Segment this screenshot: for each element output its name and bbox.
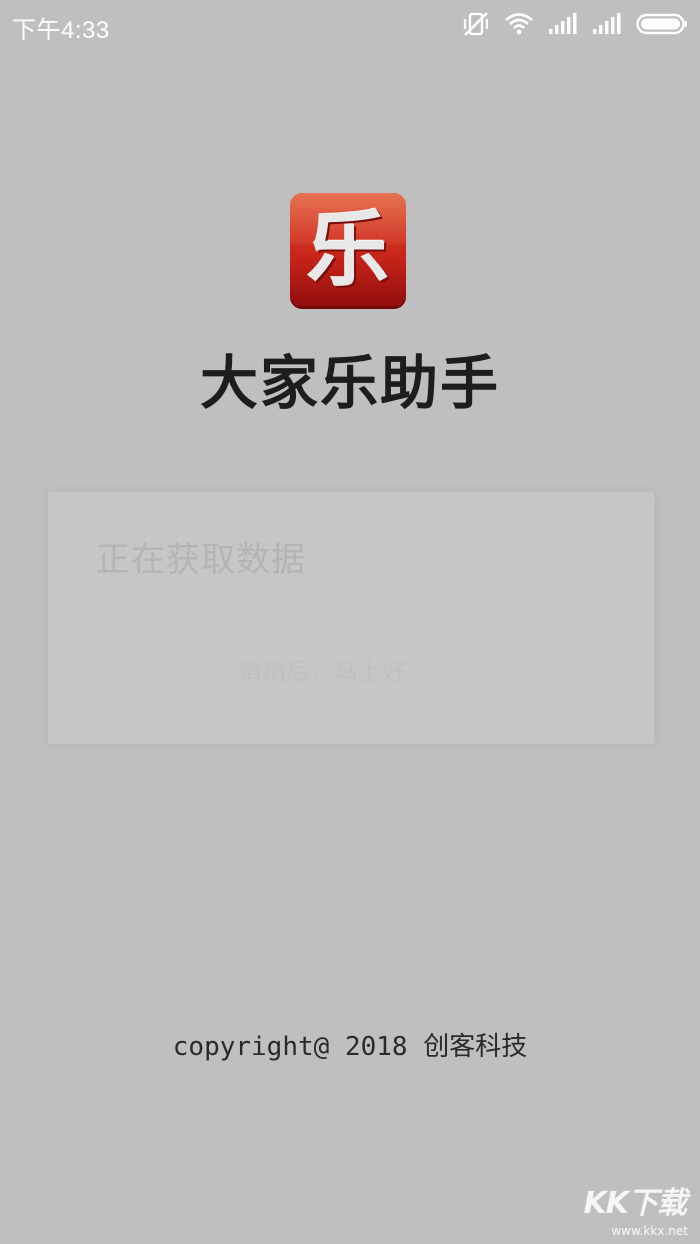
status-time: 下午4:33 <box>12 17 110 44</box>
signal-icon <box>548 13 578 35</box>
signal-icon <box>592 13 622 35</box>
app-title: 大家乐助手 <box>199 349 500 417</box>
status-bar: 下午4:33 <box>0 0 700 50</box>
loading-text: 正在获取数据 <box>96 540 306 580</box>
copyright-text: copyright@ 2018 创客科技 <box>172 1032 528 1062</box>
battery-icon <box>636 13 688 35</box>
loading-subtext: 请稍后，马上好 <box>238 658 406 686</box>
wifi-icon <box>504 12 534 36</box>
watermark: KK下载 www.kkx.net <box>572 1182 694 1240</box>
watermark-logo: KK下载 <box>583 1186 687 1221</box>
status-icons <box>462 10 688 38</box>
loading-dialog: 正在获取数据 请稍后，马上好 <box>48 492 654 744</box>
watermark-url: www.kkx.net <box>611 1224 688 1238</box>
app-logo: 乐 <box>290 193 406 309</box>
mute-vibrate-icon <box>462 11 490 37</box>
app-logo-glyph: 乐 <box>306 203 389 298</box>
